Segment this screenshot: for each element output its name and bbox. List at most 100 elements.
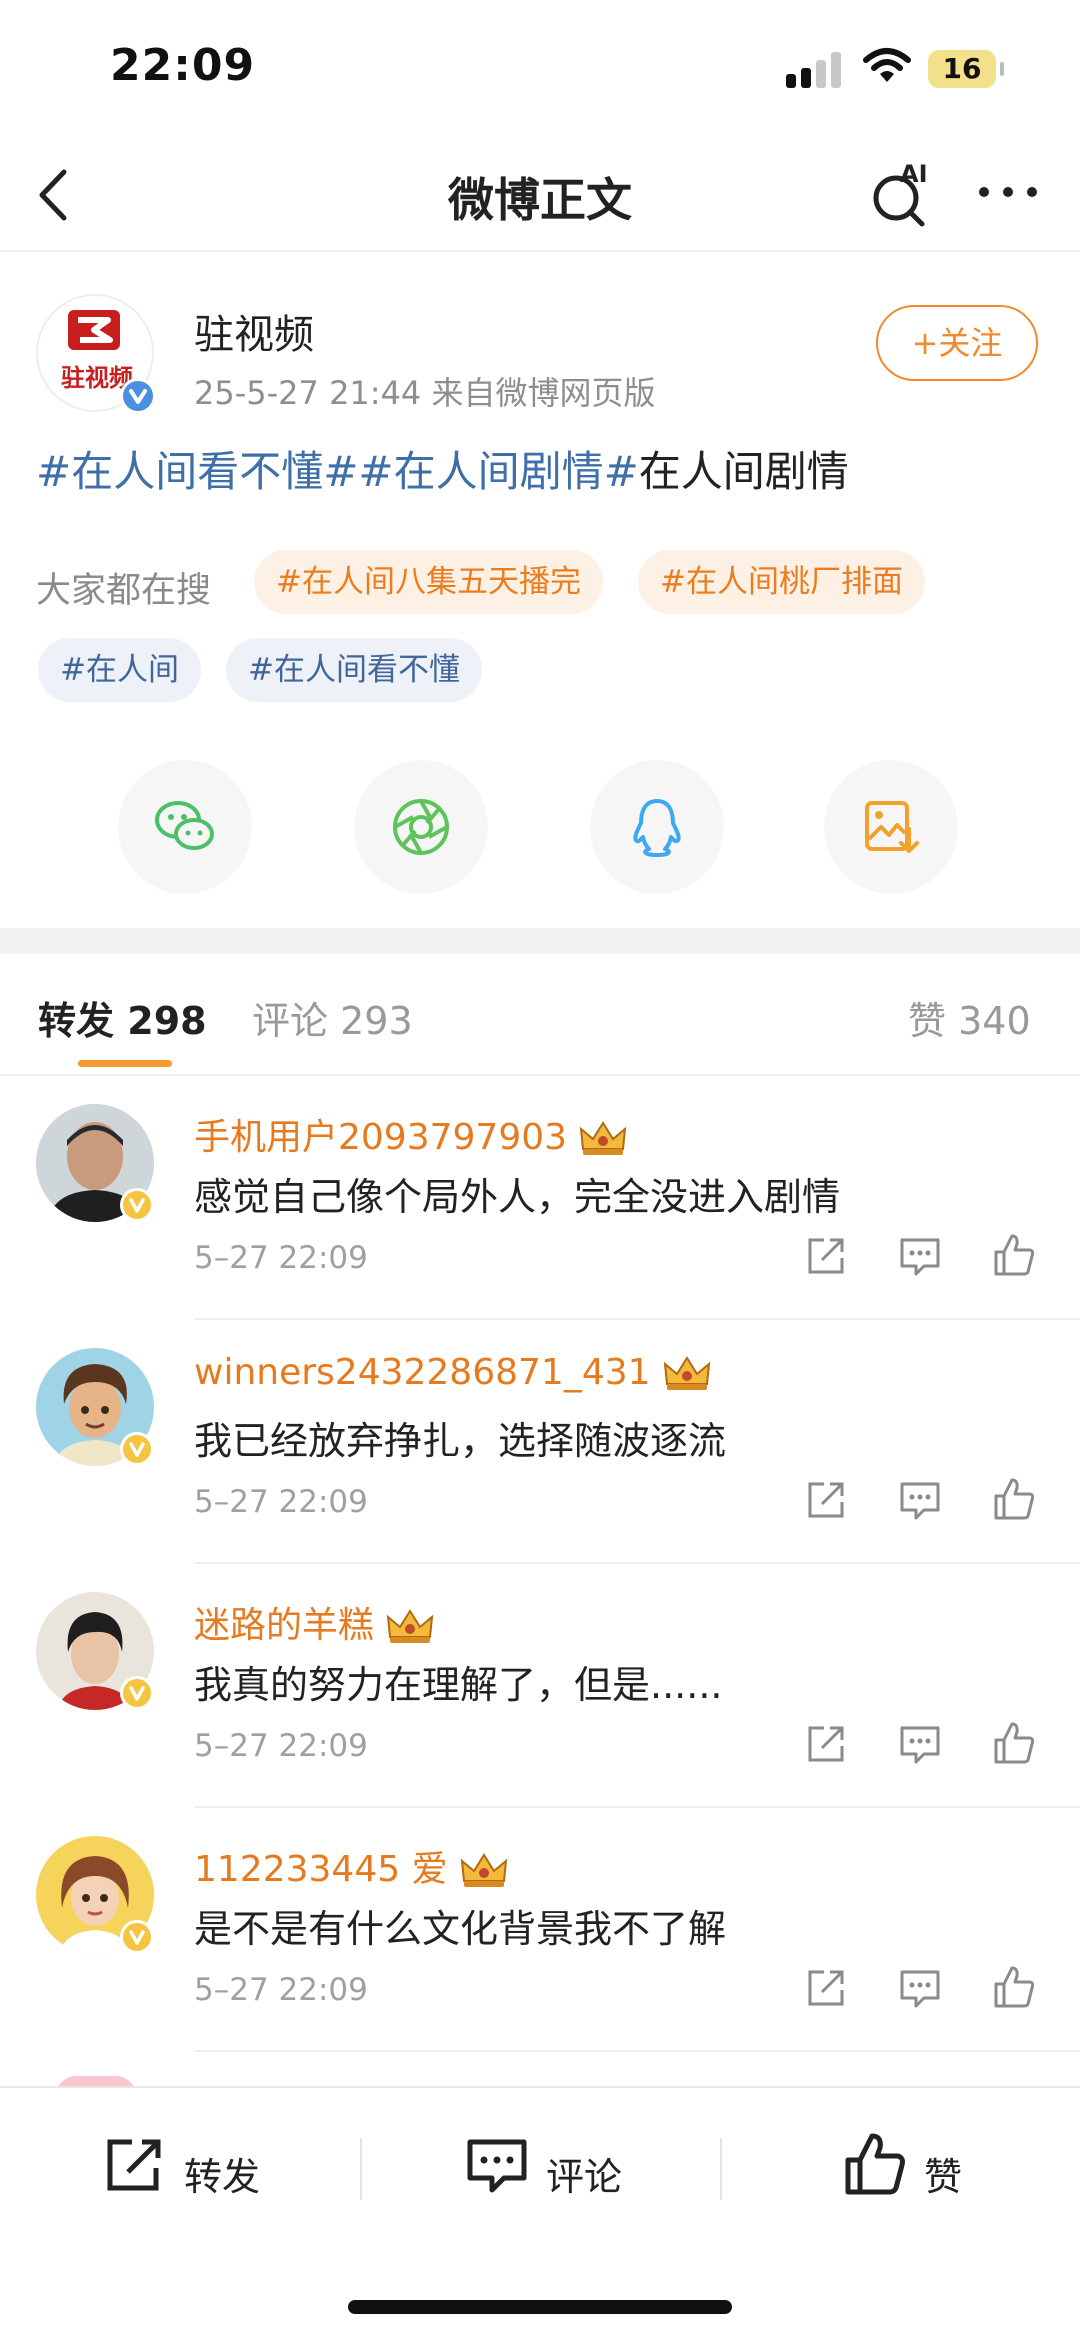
list-item: winners2432286871_431 我已经放弃挣扎，选择随波逐流 5–2…	[0, 1320, 1080, 1564]
section-divider	[0, 928, 1080, 954]
save-image-icon	[865, 801, 919, 853]
comment-icon[interactable]	[896, 1232, 944, 1280]
like-icon[interactable]	[990, 1964, 1038, 2012]
status-bar: 22:09 16	[0, 0, 1080, 140]
tab-count: 298	[127, 999, 207, 1043]
comment-label: 评论	[546, 2155, 623, 2199]
crown-icon	[460, 1853, 507, 1887]
comment-icon[interactable]	[896, 1476, 944, 1524]
crown-icon	[579, 1121, 627, 1155]
repost-icon	[107, 2139, 161, 2191]
like-icon[interactable]	[990, 1476, 1038, 1524]
tab-label: 转发	[38, 999, 115, 1043]
list-item: 手机用户2093797903 感觉自己像个局外人，完全没进入剧情 5–27 22…	[0, 1076, 1080, 1320]
avatar[interactable]	[36, 1104, 154, 1222]
tab-repost[interactable]: 转发 298	[38, 990, 207, 1045]
comment-button[interactable]: 评论	[464, 2132, 644, 2212]
divider	[194, 2050, 1080, 2052]
repost-icon[interactable]	[802, 1720, 850, 1768]
comment-icon	[467, 2139, 527, 2193]
comment-icon[interactable]	[896, 1720, 944, 1768]
tab-comment[interactable]: 评论 293	[252, 990, 413, 1045]
comment-icon[interactable]	[896, 1964, 944, 2012]
list-item: 迷路的羊糕 我真的努力在理解了，但是...... 5–27 22:09	[0, 1564, 1080, 1808]
topic-link[interactable]: #在人间看不懂#	[36, 447, 358, 496]
ai-search-icon[interactable]: AI	[866, 154, 936, 234]
post-meta: 25-5-27 21:44 来自微博网页版	[194, 374, 656, 412]
follow-button[interactable]: +关注	[876, 305, 1038, 381]
vip-badge-icon	[120, 1676, 154, 1710]
tab-count: 293	[340, 999, 413, 1043]
home-indicator	[348, 2300, 732, 2314]
share-wechat-button[interactable]	[118, 760, 252, 894]
avatar[interactable]	[36, 1348, 154, 1466]
avatar[interactable]	[36, 1836, 154, 1954]
more-icon[interactable]	[976, 172, 1040, 212]
repost-icon[interactable]	[802, 1476, 850, 1524]
save-image-button[interactable]	[824, 760, 958, 894]
comment-username[interactable]: 112233445 爱	[194, 1840, 510, 1892]
tab-label: 评论	[252, 999, 329, 1043]
crown-icon	[386, 1609, 434, 1643]
divider	[720, 2138, 722, 2200]
post-text: #在人间看不懂##在人间剧情#在人间剧情	[36, 438, 849, 499]
author-avatar[interactable]: 驻视频	[36, 294, 156, 414]
comment-time: 5–27 22:09	[194, 1728, 368, 1764]
comment-text: 感觉自己像个局外人，完全没进入剧情	[194, 1175, 841, 1219]
like-label: 赞	[924, 2155, 963, 2199]
tab-like[interactable]: 赞 340	[908, 990, 1031, 1045]
comment-time: 5–27 22:09	[194, 1484, 368, 1520]
battery-cap	[1000, 62, 1004, 76]
battery-level: 16	[942, 52, 982, 85]
repost-icon[interactable]	[802, 1232, 850, 1280]
hot-search-chip[interactable]: #在人间	[38, 638, 201, 702]
like-icon[interactable]	[990, 1720, 1038, 1768]
username-text: 迷路的羊糕	[194, 1605, 375, 1646]
vip-badge-icon	[120, 1432, 154, 1466]
comment-time: 5–27 22:09	[194, 1972, 368, 2008]
wechat-icon	[155, 801, 214, 850]
vip-badge-icon	[120, 1188, 154, 1222]
avatar[interactable]	[36, 1592, 154, 1710]
comment-username[interactable]: 迷路的羊糕	[194, 1596, 436, 1648]
crown-icon	[663, 1356, 710, 1390]
divider	[360, 2138, 362, 2200]
post-text-plain: 在人间剧情	[638, 447, 849, 496]
comment-username[interactable]: 手机用户2093797903	[194, 1108, 629, 1160]
list-item: 112233445 爱 是不是有什么文化背景我不了解 5–27 22:09	[0, 1808, 1080, 2052]
tab-active-indicator	[78, 1060, 172, 1067]
signal-icon	[786, 52, 842, 88]
hot-search-chip[interactable]: #在人间桃厂排面	[638, 550, 925, 614]
share-moments-button[interactable]	[354, 760, 488, 894]
comment-username[interactable]: winners2432286871_431	[194, 1352, 713, 1394]
username-text: 手机用户2093797903	[194, 1117, 568, 1158]
tab-label: 赞	[908, 999, 947, 1043]
author-name[interactable]: 驻视频	[194, 302, 314, 360]
ai-label: AI	[900, 160, 928, 188]
repost-button[interactable]: 转发	[102, 2132, 282, 2212]
hot-search-chip[interactable]: #在人间八集五天播完	[254, 550, 603, 614]
comment-text: 是不是有什么文化背景我不了解	[194, 1907, 727, 1951]
like-icon[interactable]	[990, 1232, 1038, 1280]
moments-icon	[393, 799, 449, 855]
verified-badge-icon	[120, 378, 156, 414]
comment-time: 5–27 22:09	[194, 1240, 368, 1276]
topic-link[interactable]: #在人间剧情#	[358, 447, 638, 496]
vip-badge-icon	[120, 1920, 154, 1954]
hot-search-chip[interactable]: #在人间看不懂	[226, 638, 482, 702]
comment-text: 我真的努力在理解了，但是......	[194, 1663, 723, 1707]
comment-text: 我已经放弃挣扎，选择随波逐流	[194, 1419, 727, 1463]
battery-icon: 16	[928, 50, 996, 88]
status-time: 22:09	[110, 40, 256, 91]
share-qq-button[interactable]	[590, 760, 724, 894]
repost-icon[interactable]	[802, 1964, 850, 2012]
tab-count: 340	[958, 999, 1031, 1043]
repost-label: 转发	[184, 2155, 261, 2199]
username-text: winners2432286871_431	[194, 1352, 651, 1393]
wifi-icon	[863, 48, 911, 82]
hot-search-label: 大家都在搜	[36, 571, 212, 611]
qq-icon	[633, 799, 681, 857]
username-text: 112233445 爱	[194, 1849, 448, 1890]
like-button[interactable]: 赞	[842, 2132, 982, 2212]
nav-bar: 微博正文 AI	[0, 140, 1080, 252]
